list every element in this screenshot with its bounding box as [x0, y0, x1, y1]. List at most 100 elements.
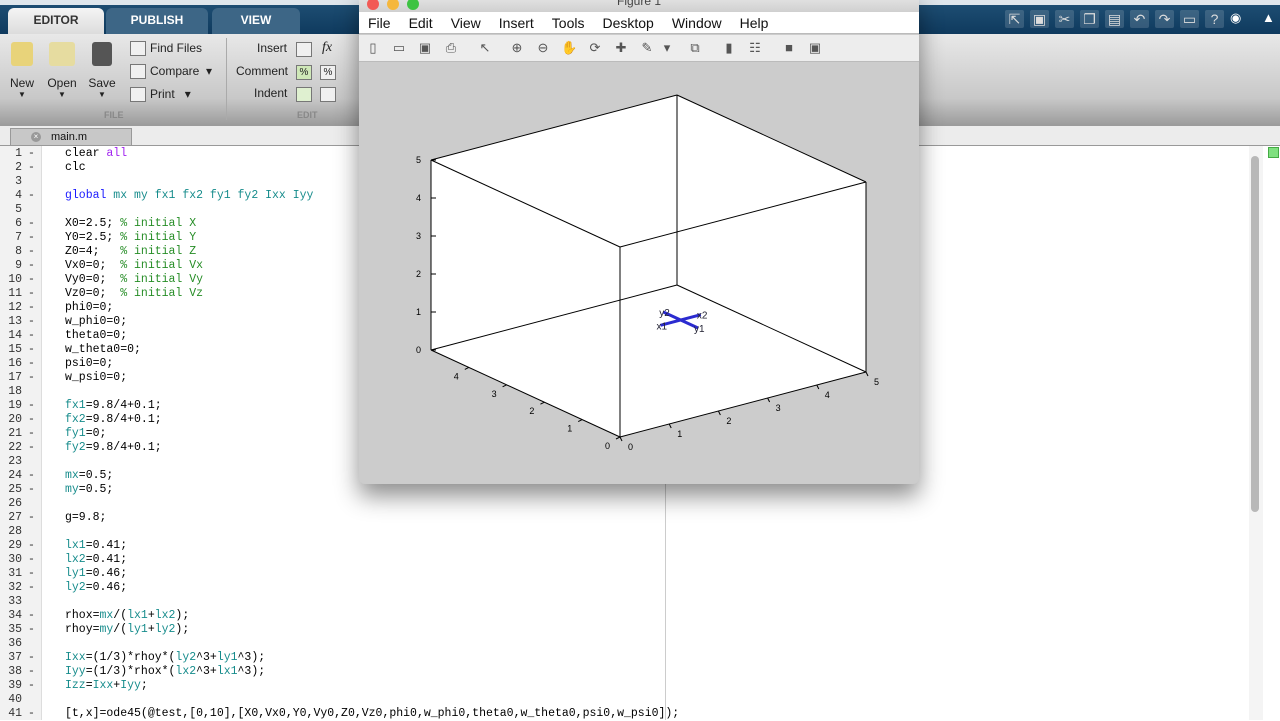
- zoom-in-icon[interactable]: ⊕: [509, 40, 525, 56]
- code-line[interactable]: 15- w_theta0=0;: [0, 343, 141, 357]
- code-analyzer-status-icon[interactable]: [1268, 147, 1279, 158]
- code-line[interactable]: 29- lx1=0.41;: [0, 539, 127, 553]
- code-line[interactable]: 20- fx2=9.8/4+0.1;: [0, 413, 161, 427]
- breakpoint-marker[interactable]: -: [22, 343, 65, 357]
- code-line[interactable]: 16- psi0=0;: [0, 357, 113, 371]
- breakpoint-marker[interactable]: -: [22, 273, 65, 287]
- tab-publish[interactable]: PUBLISH: [106, 8, 208, 34]
- code-line[interactable]: 23: [0, 455, 65, 469]
- new-button[interactable]: New ▼: [2, 42, 42, 99]
- code-line[interactable]: 7- Y0=2.5; % initial Y: [0, 231, 196, 245]
- code-line[interactable]: 33: [0, 595, 65, 609]
- code-line[interactable]: 6- X0=2.5; % initial X: [0, 217, 196, 231]
- breakpoint-marker[interactable]: -: [22, 469, 65, 483]
- scrollbar-thumb[interactable]: [1251, 156, 1259, 512]
- switch-windows-icon[interactable]: ▭: [1180, 10, 1199, 28]
- pointer-icon[interactable]: ↖: [477, 40, 493, 56]
- breakpoint-marker[interactable]: -: [22, 301, 65, 315]
- redo-icon[interactable]: ↷: [1155, 10, 1174, 28]
- breakpoint-marker[interactable]: -: [22, 371, 65, 385]
- menu-view[interactable]: View: [442, 12, 490, 33]
- insert-section-icon[interactable]: [296, 42, 312, 57]
- save-icon[interactable]: ▣: [1030, 10, 1049, 28]
- new-shortcut-icon[interactable]: ⇱: [1005, 10, 1024, 28]
- link-plot-icon[interactable]: ⧉: [687, 40, 703, 56]
- paste-icon[interactable]: ▤: [1105, 10, 1124, 28]
- menu-help[interactable]: Help: [731, 12, 778, 33]
- tab-view[interactable]: VIEW: [212, 8, 300, 34]
- plot-3d-axes[interactable]: 0 1 2 3 4 5 0 1 2 3 4 0 1 2 3 4 5 x1 x2 y1 y2: [359, 62, 919, 477]
- code-line[interactable]: 26: [0, 497, 65, 511]
- code-line[interactable]: 4- global mx my fx1 fx2 fy1 fy2 Ixx Iyy: [0, 189, 313, 203]
- print-icon[interactable]: ⎙: [443, 40, 459, 56]
- breakpoint-marker[interactable]: -: [22, 511, 65, 525]
- hide-plot-tools-icon[interactable]: ■: [781, 40, 797, 56]
- code-line[interactable]: 5: [0, 203, 65, 217]
- code-line[interactable]: 9- Vx0=0; % initial Vx: [0, 259, 203, 273]
- code-line[interactable]: 22- fy2=9.8/4+0.1;: [0, 441, 161, 455]
- file-tab-main[interactable]: × main.m: [10, 128, 132, 146]
- code-line[interactable]: 14- theta0=0;: [0, 329, 127, 343]
- code-line[interactable]: 32- ly2=0.46;: [0, 581, 127, 595]
- save-button[interactable]: Save ▼: [82, 42, 122, 99]
- menu-insert[interactable]: Insert: [490, 12, 543, 33]
- code-line[interactable]: 40: [0, 693, 65, 707]
- code-line[interactable]: 31- ly1=0.46;: [0, 567, 127, 581]
- breakpoint-marker[interactable]: -: [22, 427, 65, 441]
- breakpoint-marker[interactable]: -: [22, 483, 65, 497]
- code-line[interactable]: 21- fy1=0;: [0, 427, 106, 441]
- code-line[interactable]: 12- phi0=0;: [0, 301, 113, 315]
- code-line[interactable]: 28: [0, 525, 65, 539]
- insert-function-icon[interactable]: fx: [322, 40, 332, 56]
- save-icon[interactable]: ▣: [417, 40, 433, 56]
- breakpoint-marker[interactable]: -: [22, 287, 65, 301]
- open-icon[interactable]: ▭: [391, 40, 407, 56]
- menu-file[interactable]: File: [359, 12, 400, 33]
- code-line[interactable]: 11- Vz0=0; % initial Vz: [0, 287, 203, 301]
- code-line[interactable]: 37- Ixx=(1/3)*rhoy*(ly2^3+ly1^3);: [0, 651, 265, 665]
- breakpoint-marker[interactable]: -: [22, 665, 65, 679]
- dropdown-icon[interactable]: ▾: [659, 40, 675, 56]
- code-line[interactable]: 3: [0, 175, 65, 189]
- code-line[interactable]: 39- Izz=Ixx+Iyy;: [0, 679, 148, 693]
- compare-button[interactable]: Compare ▾: [130, 64, 212, 80]
- menu-tools[interactable]: Tools: [543, 12, 594, 33]
- data-cursor-icon[interactable]: ✚: [613, 40, 629, 56]
- breakpoint-marker[interactable]: -: [22, 623, 65, 637]
- find-files-button[interactable]: Find Files: [130, 41, 202, 57]
- legend-icon[interactable]: ☷: [747, 40, 763, 56]
- breakpoint-marker[interactable]: -: [22, 329, 65, 343]
- breakpoint-marker[interactable]: -: [22, 161, 65, 175]
- breakpoint-marker[interactable]: -: [22, 245, 65, 259]
- code-line[interactable]: 27- g=9.8;: [0, 511, 106, 525]
- breakpoint-marker[interactable]: -: [22, 707, 65, 721]
- breakpoint-marker[interactable]: -: [22, 231, 65, 245]
- close-icon[interactable]: ×: [31, 132, 41, 142]
- undo-icon[interactable]: ↶: [1130, 10, 1149, 28]
- rotate-3d-icon[interactable]: ⟳: [587, 40, 603, 56]
- pan-icon[interactable]: ✋: [561, 40, 577, 56]
- colorbar-icon[interactable]: ▮: [721, 40, 737, 56]
- breakpoint-marker[interactable]: -: [22, 217, 65, 231]
- open-button[interactable]: Open ▼: [42, 42, 82, 99]
- uncomment-icon[interactable]: %: [320, 65, 336, 80]
- code-line[interactable]: 10- Vy0=0; % initial Vy: [0, 273, 203, 287]
- help-icon[interactable]: ?: [1205, 10, 1224, 28]
- code-line[interactable]: 35- rhoy=my/(ly1+ly2);: [0, 623, 189, 637]
- breakpoint-marker[interactable]: -: [22, 147, 65, 161]
- breakpoint-marker[interactable]: -: [22, 679, 65, 693]
- code-line[interactable]: 1- clear all: [0, 147, 127, 161]
- breakpoint-marker[interactable]: -: [22, 315, 65, 329]
- tab-editor[interactable]: EDITOR: [8, 8, 104, 34]
- new-figure-icon[interactable]: ▯: [365, 40, 381, 56]
- code-line[interactable]: 17- w_psi0=0;: [0, 371, 127, 385]
- code-line[interactable]: 38- Iyy=(1/3)*rhox*(lx2^3+lx1^3);: [0, 665, 265, 679]
- breakpoint-marker[interactable]: -: [22, 259, 65, 273]
- code-line[interactable]: 19- fx1=9.8/4+0.1;: [0, 399, 161, 413]
- breakpoint-marker[interactable]: -: [22, 413, 65, 427]
- menu-window[interactable]: Window: [663, 12, 731, 33]
- toolstrip-options-icon[interactable]: ◉: [1230, 10, 1241, 26]
- menu-desktop[interactable]: Desktop: [593, 12, 662, 33]
- breakpoint-marker[interactable]: -: [22, 399, 65, 413]
- brush-icon[interactable]: ✎: [639, 40, 655, 56]
